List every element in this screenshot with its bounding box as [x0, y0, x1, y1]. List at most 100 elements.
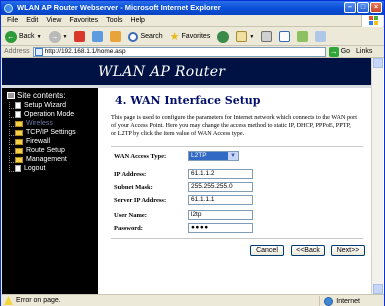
close-button[interactable]: × — [370, 2, 382, 13]
warning-icon — [4, 296, 13, 305]
tree-line — [9, 147, 14, 154]
document-icon — [279, 31, 291, 42]
mail-icon — [236, 31, 248, 42]
messenger-icon — [297, 31, 309, 42]
stop-icon — [74, 31, 86, 42]
vertical-scrollbar[interactable] — [371, 58, 383, 294]
folder-icon — [15, 156, 23, 163]
menu-bar: File Edit View Favorites Tools Help — [1, 15, 384, 27]
links-button[interactable]: Links — [356, 48, 372, 55]
wan-access-type-label: WAN Access Type: — [114, 153, 167, 160]
chevron-down-icon: ▼ — [62, 33, 68, 40]
site-contents-label: Site contents: — [17, 91, 66, 100]
server-ip-input[interactable]: 61.1.1.1 — [188, 195, 253, 205]
sidebar-item-label: Route Setup — [26, 147, 65, 154]
user-name-input[interactable]: l2tp — [188, 210, 253, 220]
security-zone: Internet — [319, 296, 360, 306]
toolbar: ← Back ▼ → ▼ Search ★ Favorites ▼ — [1, 28, 384, 46]
home-button[interactable] — [108, 29, 123, 44]
sidebar-item-logout[interactable]: Logout — [9, 165, 46, 172]
minimize-button[interactable]: – — [344, 2, 356, 13]
next-step-button[interactable]: Next>> — [331, 245, 365, 256]
address-input[interactable]: http://192.168.1.1/home.asp — [32, 46, 326, 57]
favorites-button[interactable]: ★ Favorites — [168, 29, 213, 44]
sidebar: Site contents: Setup Wizard Operation Mo… — [2, 88, 98, 294]
scroll-down-icon[interactable] — [373, 284, 383, 294]
discuss-icon — [315, 31, 327, 42]
menu-edit[interactable]: Edit — [22, 17, 42, 24]
page-content: WLAN AP Router Site contents: Setup Wiza… — [2, 58, 384, 294]
sidebar-item-label: Logout — [24, 165, 46, 172]
menu-view[interactable]: View — [42, 17, 65, 24]
go-button[interactable]: → Go — [328, 46, 351, 57]
tree-line — [9, 111, 14, 118]
back-arrow-icon: ← — [5, 30, 17, 43]
menu-tools[interactable]: Tools — [102, 17, 126, 24]
folder-icon — [15, 129, 23, 136]
menu-help[interactable]: Help — [127, 17, 149, 24]
doc-icon — [15, 102, 21, 109]
title-bar: WLAN AP Router Webserver - Microsoft Int… — [1, 1, 384, 15]
sidebar-item-tcpip-settings[interactable]: TCP/IP Settings — [9, 129, 76, 136]
address-url: http://192.168.1.1/home.asp — [44, 48, 126, 55]
status-text: Error on page. — [16, 297, 61, 304]
sidebar-item-route-setup[interactable]: Route Setup — [9, 147, 65, 154]
password-input[interactable]: ●●●● — [188, 223, 253, 233]
server-ip-label: Server IP Address: — [114, 197, 167, 204]
user-name-label: User Name: — [114, 212, 147, 219]
banner: WLAN AP Router — [2, 58, 371, 88]
back-step-button[interactable]: <<Back — [291, 245, 325, 256]
cancel-button[interactable]: Cancel — [250, 245, 284, 256]
sidebar-item-label: TCP/IP Settings — [26, 129, 76, 136]
sidebar-item-label: Setup Wizard — [24, 102, 67, 109]
history-icon — [217, 30, 230, 43]
wan-access-type-value: L2TP — [191, 152, 207, 159]
globe-icon — [324, 296, 334, 306]
chevron-down-icon: ▼ — [228, 152, 238, 160]
status-bar: Error on page. Internet — [1, 294, 384, 306]
sidebar-item-wireless[interactable]: Wireless — [9, 120, 53, 127]
divider — [111, 146, 363, 147]
go-label: Go — [340, 48, 351, 55]
edit-button[interactable] — [277, 29, 292, 44]
subnet-mask-input[interactable]: 255.255.255.0 — [188, 182, 253, 192]
maximize-button[interactable]: □ — [357, 2, 369, 13]
menu-favorites[interactable]: Favorites — [65, 17, 102, 24]
ip-address-label: IP Address: — [114, 171, 147, 178]
divider — [111, 238, 363, 239]
sidebar-item-label: Operation Mode — [24, 111, 75, 118]
sidebar-item-firewall[interactable]: Firewall — [9, 138, 51, 145]
search-button[interactable]: Search — [126, 29, 164, 44]
address-label: Address — [4, 48, 30, 55]
page-icon — [34, 47, 43, 56]
sidebar-item-operation-mode[interactable]: Operation Mode — [9, 111, 75, 118]
site-contents-title: Site contents: — [7, 91, 65, 100]
zone-label: Internet — [336, 297, 360, 305]
history-button[interactable] — [215, 29, 231, 44]
favorites-label: Favorites — [181, 33, 211, 40]
home-icon — [110, 31, 122, 42]
search-icon — [128, 31, 139, 42]
messenger-button[interactable] — [295, 29, 310, 44]
discuss-button[interactable] — [313, 29, 328, 44]
page-description: This page is used to configure the param… — [111, 114, 357, 137]
sidebar-item-setup-wizard[interactable]: Setup Wizard — [9, 102, 67, 109]
mail-button[interactable]: ▼ — [234, 29, 256, 44]
subnet-mask-label: Subnet Mask: — [114, 184, 153, 191]
refresh-button[interactable] — [90, 29, 105, 44]
stop-button[interactable] — [72, 29, 87, 44]
menu-file[interactable]: File — [3, 17, 22, 24]
search-label: Search — [140, 33, 163, 40]
scroll-up-icon[interactable] — [373, 58, 383, 68]
tree-line — [9, 165, 14, 172]
tree-line — [9, 120, 14, 127]
sidebar-item-label: Firewall — [26, 138, 51, 145]
wan-access-type-select[interactable]: L2TP ▼ — [188, 151, 239, 161]
folder-icon — [15, 138, 23, 145]
print-button[interactable] — [259, 29, 274, 44]
page-title: 4. WAN Interface Setup — [115, 94, 261, 107]
ip-address-input[interactable]: 61.1.1.2 — [188, 169, 253, 179]
forward-button[interactable]: → ▼ — [47, 29, 70, 44]
sidebar-item-management[interactable]: Management — [9, 156, 67, 163]
back-button[interactable]: ← Back ▼ — [3, 29, 44, 44]
